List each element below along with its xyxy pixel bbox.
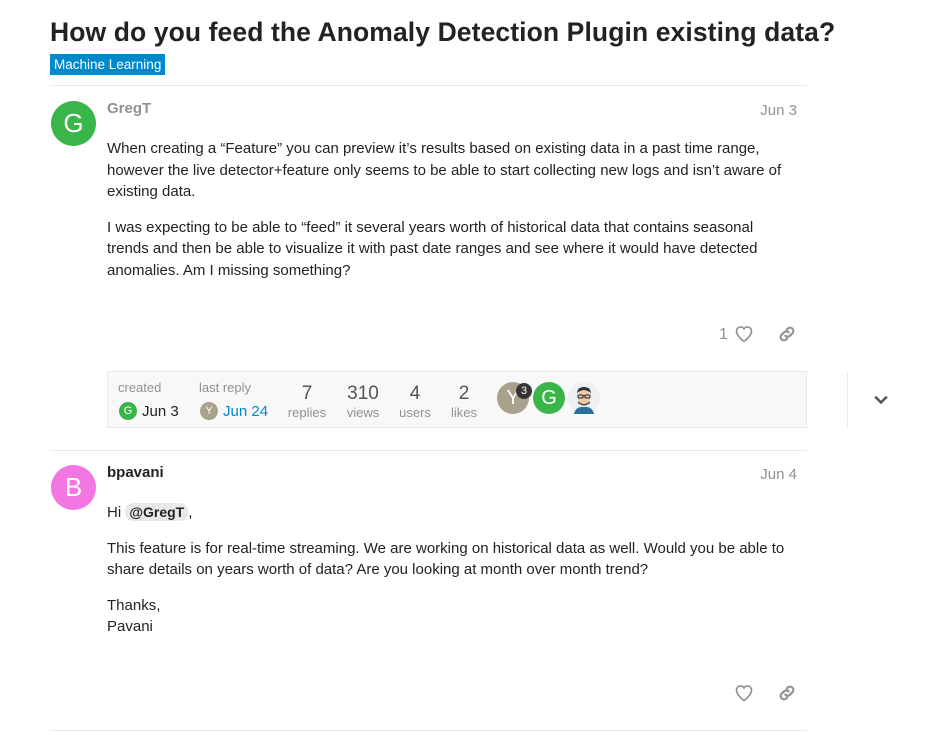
post-username[interactable]: bpavani xyxy=(107,464,164,481)
divider xyxy=(50,730,807,731)
post-date[interactable]: Jun 3 xyxy=(760,102,797,119)
topic-map: created G Jun 3 last reply Y Jun 24 7 re… xyxy=(107,371,888,428)
avatar[interactable]: Y xyxy=(200,402,218,420)
post-paragraph: Thanks, Pavani xyxy=(107,595,797,638)
like-count[interactable]: 1 xyxy=(719,326,728,344)
divider xyxy=(50,85,807,86)
divider xyxy=(50,450,807,451)
link-icon[interactable] xyxy=(777,683,799,705)
user-mention[interactable]: @GregT xyxy=(125,503,189,521)
greeting: Hi xyxy=(107,504,122,521)
replies-label: replies xyxy=(287,405,327,420)
link-icon[interactable] xyxy=(777,324,799,346)
users-count: 4 xyxy=(409,383,421,404)
views-label: views xyxy=(346,405,380,420)
views-count: 310 xyxy=(347,383,379,404)
replies-count: 7 xyxy=(301,383,313,404)
post-paragraph: I was expecting to be able to “feed” it … xyxy=(107,218,758,279)
last-reply-label: last reply xyxy=(199,380,252,395)
likes-count: 2 xyxy=(458,383,470,404)
post-paragraph: Hi @GregT, xyxy=(107,502,797,524)
last-reply-date[interactable]: Jun 24 xyxy=(223,403,268,420)
avatar[interactable]: B xyxy=(51,465,96,510)
post-date[interactable]: Jun 4 xyxy=(760,466,797,483)
created-date: Jun 3 xyxy=(142,403,179,420)
likes-label: likes xyxy=(450,405,477,420)
greeting-suffix: , xyxy=(188,504,193,521)
created-label: created xyxy=(118,380,162,395)
thanks-text: Thanks, xyxy=(107,596,161,614)
avatar[interactable]: G xyxy=(119,402,137,420)
post-count-badge: 3 xyxy=(516,383,532,399)
category-badge[interactable]: Machine Learning xyxy=(50,54,166,75)
avatar[interactable] xyxy=(568,382,600,414)
avatar[interactable]: G xyxy=(51,101,96,146)
users-label: users xyxy=(399,405,431,420)
heart-icon[interactable] xyxy=(734,324,756,346)
avatar[interactable]: G xyxy=(533,382,565,414)
expand-map-button[interactable] xyxy=(847,372,915,427)
signature: Pavani xyxy=(107,618,153,635)
post-username[interactable]: GregT xyxy=(107,100,151,117)
post-body: When creating a “Feature” you can previe… xyxy=(107,138,797,295)
post-body: Hi @GregT, This feature is for real-time… xyxy=(107,502,797,652)
heart-icon[interactable] xyxy=(734,683,756,705)
post-paragraph: This feature is for real-time streaming.… xyxy=(107,539,785,579)
post-paragraph: When creating a “Feature” you can previe… xyxy=(107,140,782,200)
chevron-down-icon xyxy=(871,390,891,410)
topic-title[interactable]: How do you feed the Anomaly Detection Pl… xyxy=(50,17,835,48)
